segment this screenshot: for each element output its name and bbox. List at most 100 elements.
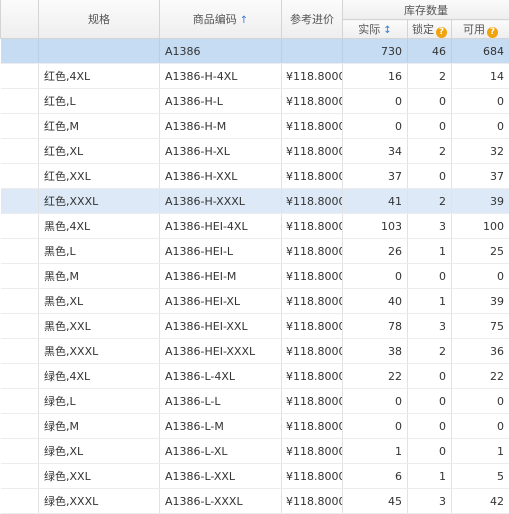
available-cell: 0 (451, 388, 509, 414)
table-row[interactable]: 黑色,L A1386-HEI-L ¥118.8000 26 1 25 (0, 238, 509, 264)
table-row[interactable]: 红色,M A1386-H-M ¥118.8000 0 0 0 (0, 113, 509, 139)
locked-cell: 3 (407, 488, 452, 514)
table-row[interactable]: 黑色,XXL A1386-HEI-XXL ¥118.8000 78 3 75 (0, 313, 509, 339)
spec-cell: 红色,L (38, 88, 160, 114)
row-selector-cell[interactable] (0, 238, 39, 264)
locked-header-label: 锁定 (412, 22, 434, 36)
table-row[interactable]: 黑色,M A1386-HEI-M ¥118.8000 0 0 0 (0, 263, 509, 289)
row-selector-cell[interactable] (0, 88, 39, 114)
locked-cell: 1 (407, 463, 452, 489)
available-cell: 0 (451, 413, 509, 439)
table-row[interactable]: 红色,L A1386-H-L ¥118.8000 0 0 0 (0, 88, 509, 114)
code-cell: A1386-L-XXL (159, 463, 282, 489)
table-row[interactable]: 黑色,XL A1386-HEI-XL ¥118.8000 40 1 39 (0, 288, 509, 314)
code-cell: A1386-H-L (159, 88, 282, 114)
column-header-code[interactable]: 商品编码 ↑ (159, 0, 282, 39)
column-header-locked[interactable]: 锁定? (407, 19, 452, 39)
table-row[interactable]: 绿色,XL A1386-L-XL ¥118.8000 1 0 1 (0, 438, 509, 464)
row-selector-cell[interactable] (0, 488, 39, 514)
row-selector-cell[interactable] (0, 38, 39, 64)
available-cell: 36 (451, 338, 509, 364)
locked-cell: 2 (407, 138, 452, 164)
locked-cell: 0 (407, 163, 452, 189)
row-selector-cell[interactable] (0, 138, 39, 164)
column-header-available[interactable]: 可用? (451, 19, 509, 39)
cost-cell (281, 38, 343, 64)
available-header-label: 可用 (463, 22, 485, 36)
spec-cell: 红色,XXL (38, 163, 160, 189)
code-cell: A1386-L-XL (159, 438, 282, 464)
row-selector-cell[interactable] (0, 338, 39, 364)
spec-cell: 绿色,L (38, 388, 160, 414)
available-cell: 39 (451, 288, 509, 314)
available-cell: 22 (451, 363, 509, 389)
table-row[interactable]: 红色,XL A1386-H-XL ¥118.8000 34 2 32 (0, 138, 509, 164)
actual-cell: 0 (342, 388, 408, 414)
table-row[interactable]: 绿色,XXL A1386-L-XXL ¥118.8000 6 1 5 (0, 463, 509, 489)
table-row[interactable]: 绿色,XXXL A1386-L-XXXL ¥118.8000 45 3 42 (0, 488, 509, 514)
spec-cell: 黑色,XXXL (38, 338, 160, 364)
row-selector-cell[interactable] (0, 263, 39, 289)
sort-ascending-icon[interactable]: ↑ (240, 15, 248, 26)
inventory-table: 规格 商品编码 ↑ 参考进价 库存数量 实际 ↕ 锁定? 可用? A1386 730… (0, 0, 509, 514)
help-icon[interactable]: ? (436, 26, 447, 38)
spec-cell: 红色,M (38, 113, 160, 139)
row-selector-cell[interactable] (0, 288, 39, 314)
table-row[interactable]: 绿色,4XL A1386-L-4XL ¥118.8000 22 0 22 (0, 363, 509, 389)
locked-cell: 46 (407, 38, 452, 64)
row-selector-cell[interactable] (0, 213, 39, 239)
inventory-grid: 规格 商品编码 ↑ 参考进价 库存数量 实际 ↕ 锁定? 可用? A1386 730… (0, 0, 509, 514)
column-header-spec[interactable]: 规格 (38, 0, 160, 39)
available-cell: 25 (451, 238, 509, 264)
table-row[interactable]: 红色,4XL A1386-H-4XL ¥118.8000 16 2 14 (0, 63, 509, 89)
cost-cell: ¥118.8000 (281, 438, 343, 464)
locked-cell: 1 (407, 238, 452, 264)
row-selector-cell[interactable] (0, 438, 39, 464)
row-selector-cell[interactable] (0, 413, 39, 439)
cost-cell: ¥118.8000 (281, 188, 343, 214)
summary-row[interactable]: A1386 730 46 684 (0, 38, 509, 64)
row-selector-cell[interactable] (0, 113, 39, 139)
table-row[interactable]: 黑色,XXXL A1386-HEI-XXXL ¥118.8000 38 2 36 (0, 338, 509, 364)
spec-cell: 绿色,XXL (38, 463, 160, 489)
sort-toggle-icon[interactable]: ↕ (383, 25, 391, 36)
cost-cell: ¥118.8000 (281, 463, 343, 489)
row-selector-cell[interactable] (0, 363, 39, 389)
table-row[interactable]: 绿色,L A1386-L-L ¥118.8000 0 0 0 (0, 388, 509, 414)
locked-cell: 3 (407, 213, 452, 239)
row-selector-cell[interactable] (0, 388, 39, 414)
row-selector-cell[interactable] (0, 463, 39, 489)
table-row[interactable]: 红色,XXXL A1386-H-XXXL ¥118.8000 41 2 39 (0, 188, 509, 214)
cost-cell: ¥118.8000 (281, 88, 343, 114)
code-cell: A1386-HEI-XL (159, 288, 282, 314)
code-cell: A1386-L-L (159, 388, 282, 414)
table-row[interactable]: 黑色,4XL A1386-HEI-4XL ¥118.8000 103 3 100 (0, 213, 509, 239)
available-cell: 5 (451, 463, 509, 489)
actual-cell: 26 (342, 238, 408, 264)
row-selector-cell[interactable] (0, 163, 39, 189)
actual-cell: 16 (342, 63, 408, 89)
available-cell: 75 (451, 313, 509, 339)
available-cell: 1 (451, 438, 509, 464)
table-row[interactable]: 红色,XXL A1386-H-XXL ¥118.8000 37 0 37 (0, 163, 509, 189)
available-cell: 32 (451, 138, 509, 164)
help-icon[interactable]: ? (487, 26, 498, 38)
row-selector-cell[interactable] (0, 313, 39, 339)
actual-cell: 45 (342, 488, 408, 514)
cost-cell: ¥118.8000 (281, 263, 343, 289)
cost-cell: ¥118.8000 (281, 338, 343, 364)
cost-cell: ¥118.8000 (281, 288, 343, 314)
table-row[interactable]: 绿色,M A1386-L-M ¥118.8000 0 0 0 (0, 413, 509, 439)
available-cell: 37 (451, 163, 509, 189)
code-cell: A1386-H-4XL (159, 63, 282, 89)
column-header-cost[interactable]: 参考进价 (281, 0, 343, 39)
cost-cell: ¥118.8000 (281, 113, 343, 139)
available-cell: 0 (451, 263, 509, 289)
row-selector-cell[interactable] (0, 63, 39, 89)
code-cell: A1386-HEI-XXXL (159, 338, 282, 364)
column-header-actual[interactable]: 实际 ↕ (342, 19, 408, 39)
actual-cell: 78 (342, 313, 408, 339)
column-header-select[interactable] (0, 0, 39, 39)
row-selector-cell[interactable] (0, 188, 39, 214)
actual-cell: 40 (342, 288, 408, 314)
